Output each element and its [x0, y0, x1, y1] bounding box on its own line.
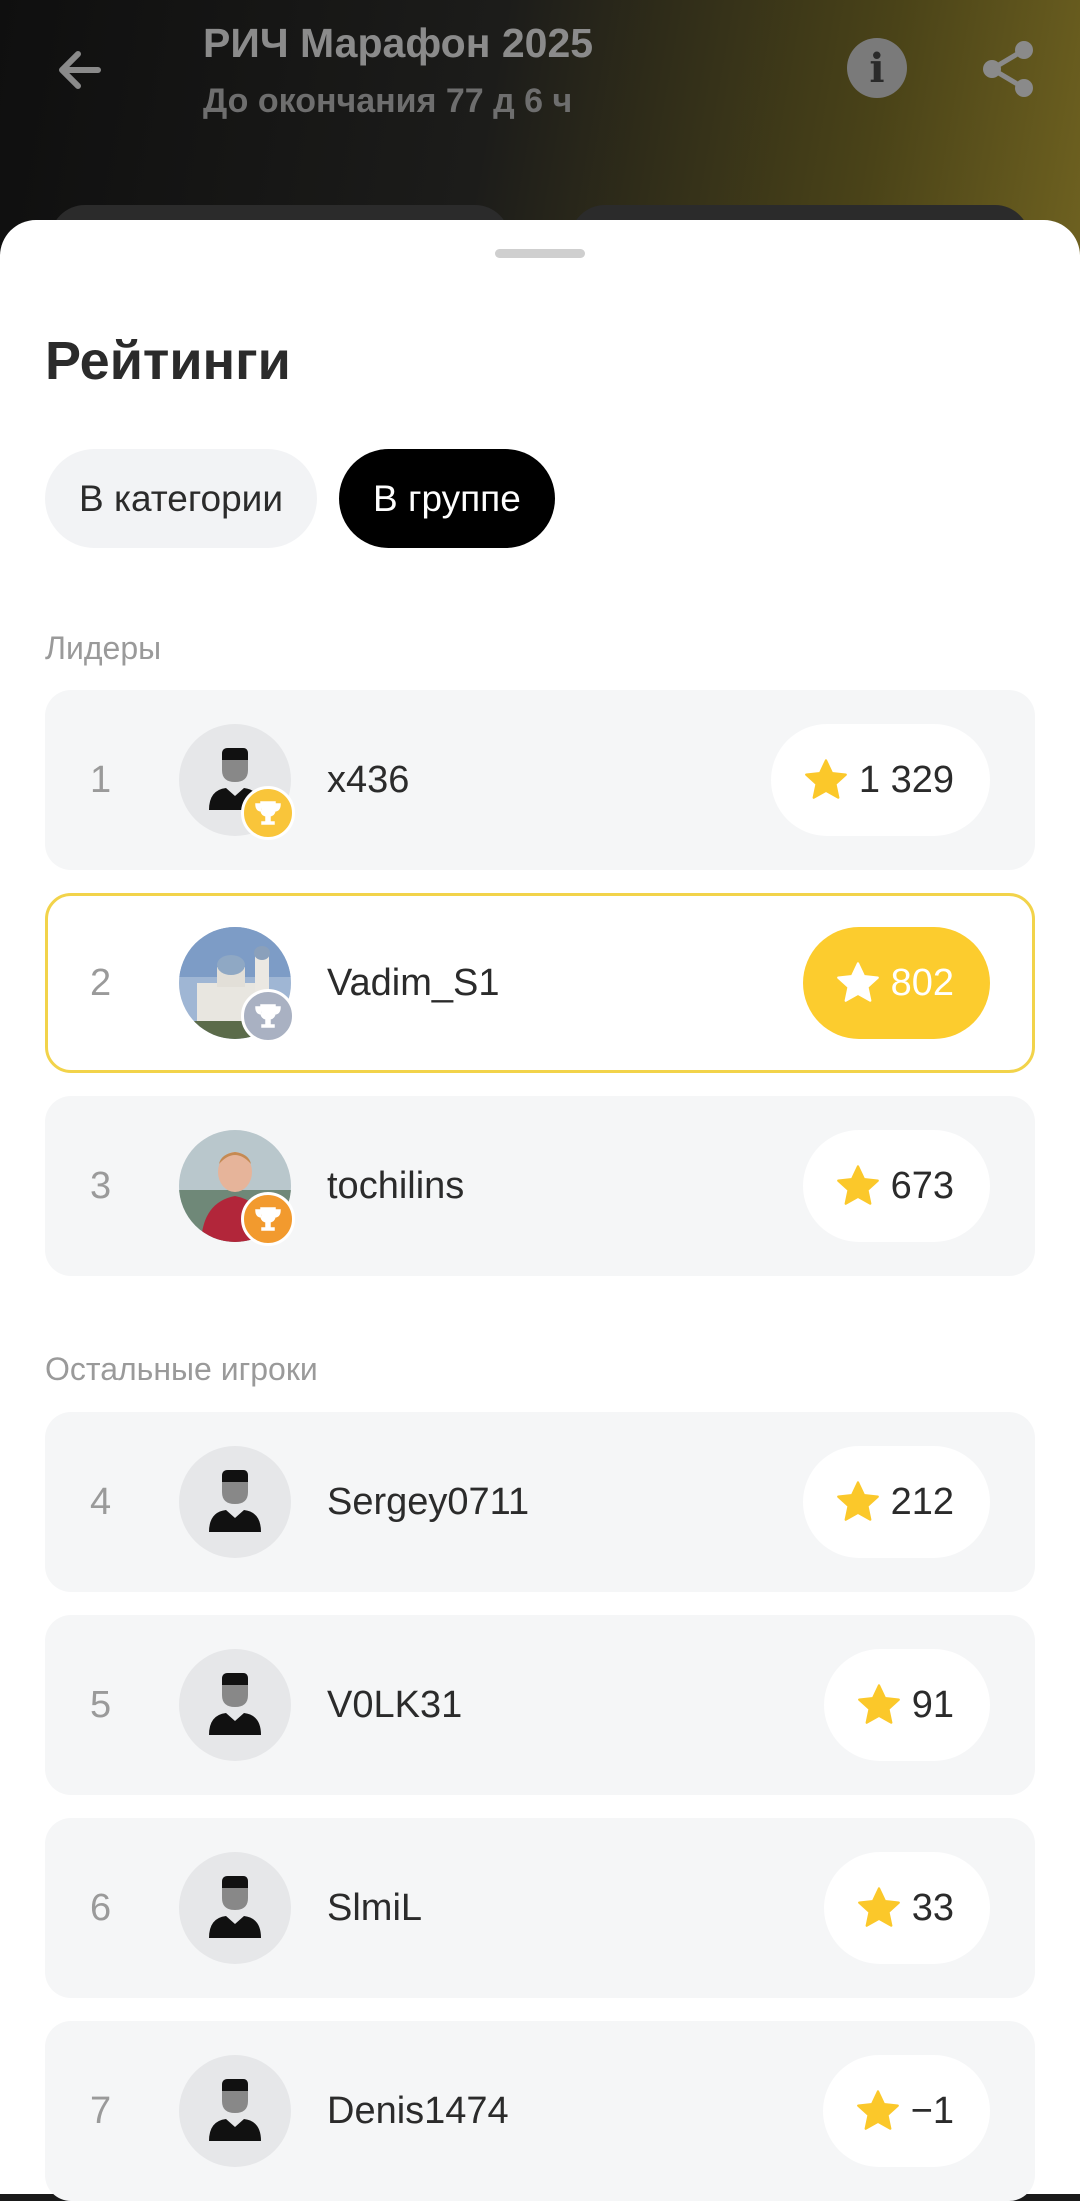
star-icon — [857, 1684, 900, 1724]
default-avatar-icon — [209, 1673, 261, 1735]
score-badge: 1 329 — [770, 724, 990, 836]
score-badge: 673 — [802, 1130, 990, 1242]
star-icon — [856, 2090, 899, 2130]
rank-number: 1 — [90, 758, 112, 801]
trophy-icon — [241, 786, 295, 840]
tab-in-group[interactable]: В группе — [339, 449, 555, 548]
leaderboard-row[interactable]: 7 Denis1474 −1 — [45, 2021, 1035, 2201]
page-title: РИЧ Марафон 2025 — [203, 20, 594, 66]
player-name: Denis1474 — [327, 2089, 509, 2132]
leaderboard-row[interactable]: 5 V0LK31 91 — [45, 1615, 1035, 1795]
player-name: x436 — [327, 758, 410, 801]
rank-number: 2 — [90, 961, 112, 1004]
rank-number: 5 — [90, 1683, 112, 1726]
avatar — [179, 2055, 291, 2167]
avatar — [179, 1446, 291, 1558]
info-icon[interactable]: i — [847, 38, 907, 98]
leaderboard-row[interactable]: 6 SlmiL 33 — [45, 1818, 1035, 1998]
player-name: Sergey0711 — [327, 1480, 530, 1523]
rank-number: 3 — [90, 1164, 112, 1207]
avatar — [179, 724, 295, 840]
score-badge: 91 — [823, 1649, 990, 1761]
player-name: Vadim_S1 — [327, 961, 500, 1004]
sheet-title: Рейтинги — [45, 331, 291, 391]
sheet-drag-handle[interactable] — [495, 249, 585, 258]
score-badge: 212 — [802, 1446, 990, 1558]
score-value: −1 — [910, 2089, 954, 2132]
player-name: tochilins — [327, 1164, 465, 1207]
score-badge: −1 — [822, 2055, 990, 2167]
trophy-icon — [241, 989, 295, 1043]
player-name: V0LK31 — [327, 1683, 463, 1726]
rank-number: 7 — [90, 2089, 112, 2132]
score-value: 1 329 — [858, 758, 954, 801]
avatar — [179, 1852, 291, 1964]
leaderboard-row-current-user[interactable]: 2 Vadim_S1 802 — [45, 893, 1035, 1073]
trophy-icon — [241, 1192, 295, 1246]
score-value: 91 — [911, 1683, 954, 1726]
star-icon — [836, 1165, 879, 1205]
star-icon — [805, 759, 847, 799]
avatar — [179, 1649, 291, 1761]
avatar — [179, 927, 295, 1043]
default-avatar-icon — [209, 2079, 261, 2141]
leaderboard-row[interactable]: 4 Sergey0711 212 — [45, 1412, 1035, 1592]
back-arrow-icon[interactable] — [50, 40, 110, 100]
tab-in-category[interactable]: В категории — [45, 449, 318, 548]
countdown-subtitle: До окончания 77 д 6 ч — [203, 82, 573, 120]
rank-number: 4 — [90, 1480, 112, 1523]
leaderboard-row[interactable]: 3 tochilins 673 — [45, 1096, 1035, 1276]
default-avatar-icon — [209, 1470, 261, 1532]
score-value: 802 — [890, 961, 954, 1004]
star-icon — [836, 962, 879, 1002]
ratings-sheet: Рейтинги В категории В группе Лидеры 1 x… — [0, 220, 1080, 2201]
score-value: 673 — [890, 1164, 954, 1207]
rating-tabs: В категории В группе — [45, 449, 555, 548]
others-section-label: Остальные игроки — [45, 1351, 318, 1387]
leaders-section-label: Лидеры — [45, 630, 162, 666]
share-icon[interactable] — [978, 38, 1040, 100]
score-value: 33 — [911, 1886, 954, 1929]
star-icon — [836, 1481, 879, 1521]
score-badge: 802 — [802, 927, 990, 1039]
score-value: 212 — [890, 1480, 954, 1523]
avatar — [179, 1130, 295, 1246]
default-avatar-icon — [209, 1876, 261, 1938]
leaderboard-row[interactable]: 1 x436 1 329 — [45, 690, 1035, 870]
rank-number: 6 — [90, 1886, 112, 1929]
star-icon — [857, 1887, 900, 1927]
player-name: SlmiL — [327, 1886, 423, 1929]
score-badge: 33 — [823, 1852, 990, 1964]
